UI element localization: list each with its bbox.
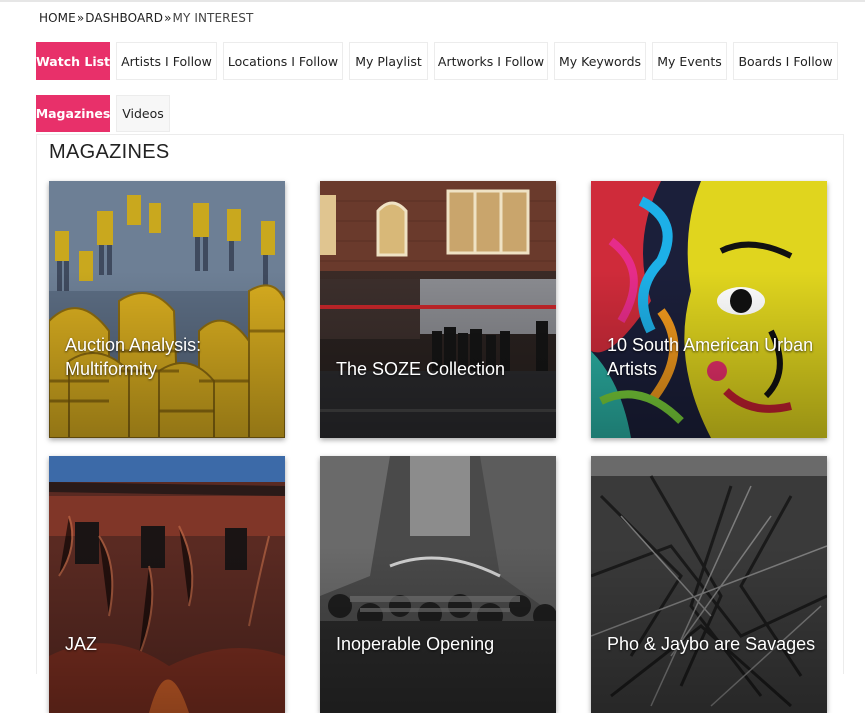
card-title-line: JAZ (65, 634, 98, 654)
top-border (0, 0, 865, 2)
breadcrumb-separator: » (164, 11, 172, 25)
card-overlay (591, 181, 827, 438)
tab-my-playlist[interactable]: My Playlist (349, 42, 428, 80)
card-overlay (49, 456, 285, 713)
card-title: 10 South American Urban Artists (607, 333, 817, 381)
card-title: Auction Analysis: Multiformity (65, 333, 275, 381)
magazine-card-auction-analysis[interactable]: Auction Analysis: Multiformity (49, 181, 285, 438)
tab-watch-list[interactable]: Watch List (36, 42, 110, 80)
card-title: Inoperable Opening (336, 632, 546, 656)
magazines-panel: MAGAZINES Auction Analysis: Multiformity… (36, 134, 844, 713)
tab-videos[interactable]: Videos (116, 95, 170, 132)
magazine-card-south-american-urban-artists[interactable]: 10 South American Urban Artists (591, 181, 827, 438)
tab-locations-i-follow[interactable]: Locations I Follow (223, 42, 343, 80)
breadcrumb: HOME»DASHBOARD»MY INTEREST (39, 11, 253, 25)
card-overlay (320, 181, 556, 438)
tab-my-keywords[interactable]: My Keywords (554, 42, 646, 80)
content-type-tabs: Magazines Videos (36, 95, 176, 132)
card-title: The SOZE Collection (336, 357, 546, 381)
magazine-card-soze-collection[interactable]: The SOZE Collection (320, 181, 556, 438)
tab-magazines[interactable]: Magazines (36, 95, 110, 132)
tab-my-events[interactable]: My Events (652, 42, 727, 80)
card-overlay (49, 181, 285, 438)
breadcrumb-current: MY INTEREST (172, 11, 254, 25)
card-title: Pho & Jaybo are Savages (607, 632, 817, 656)
card-title-line: Auction Analysis: (65, 335, 202, 355)
breadcrumb-dashboard-link[interactable]: DASHBOARD (85, 11, 163, 25)
section-title: MAGAZINES (49, 141, 170, 163)
magazine-card-jaz[interactable]: JAZ (49, 456, 285, 713)
tab-artworks-i-follow[interactable]: Artworks I Follow (434, 42, 548, 80)
card-overlay (320, 456, 556, 713)
tab-artists-i-follow[interactable]: Artists I Follow (116, 42, 217, 80)
magazine-card-pho-jaybo[interactable]: Pho & Jaybo are Savages (591, 456, 827, 713)
magazine-card-inoperable-opening[interactable]: Inoperable Opening (320, 456, 556, 713)
card-title-line: Artists (607, 359, 658, 379)
card-title-line: Inoperable Opening (336, 634, 495, 654)
interest-tabs: Watch List Artists I Follow Locations I … (36, 42, 844, 80)
card-title-line: 10 South American Urban (607, 335, 814, 355)
card-title-line: Multiformity (65, 359, 158, 379)
breadcrumb-home-link[interactable]: HOME (39, 11, 76, 25)
card-title-line: The SOZE Collection (336, 359, 506, 379)
card-title: JAZ (65, 632, 275, 656)
card-overlay (591, 456, 827, 713)
breadcrumb-separator: » (76, 11, 85, 25)
tab-boards-i-follow[interactable]: Boards I Follow (733, 42, 838, 80)
card-title-line: Pho & Jaybo are Savages (607, 634, 816, 654)
